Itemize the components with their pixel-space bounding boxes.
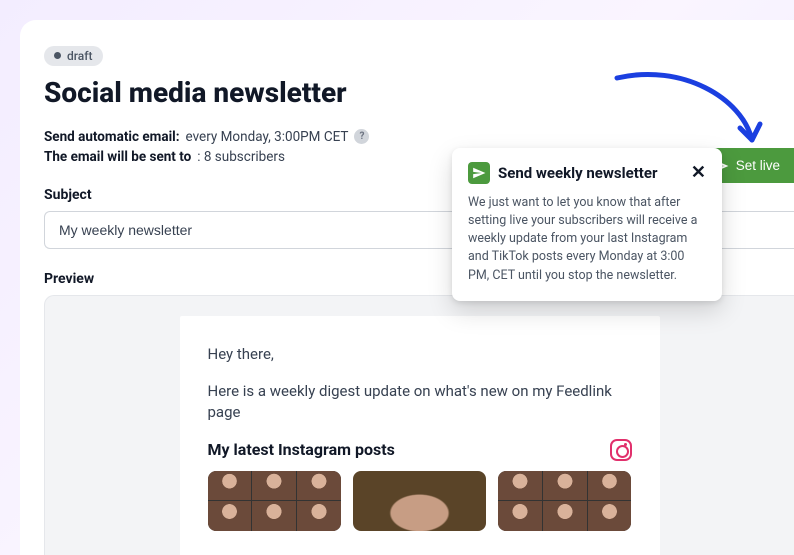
- preview-panel: Hey there, Here is a weekly digest updat…: [44, 295, 794, 555]
- popover-icon-box: [468, 162, 490, 184]
- popover-header: Send weekly newsletter ✕: [468, 162, 706, 184]
- status-badge-label: draft: [67, 49, 93, 63]
- email-preview-body: Hey there, Here is a weekly digest updat…: [180, 316, 660, 555]
- email-intro: Here is a weekly digest update on what's…: [208, 381, 632, 423]
- paper-plane-icon: [472, 166, 486, 180]
- popover-body: We just want to let you know that after …: [468, 194, 706, 285]
- set-live-popover: Send weekly newsletter ✕ We just want to…: [452, 148, 722, 301]
- status-badge: draft: [44, 46, 103, 66]
- recipients-label: The email will be sent to: [44, 149, 191, 165]
- close-icon[interactable]: ✕: [691, 164, 706, 182]
- schedule-label: Send automatic email:: [44, 129, 180, 145]
- schedule-value: every Monday, 3:00PM CET: [186, 129, 349, 145]
- post-thumbnail[interactable]: [208, 471, 341, 531]
- page-title: Social media newsletter: [44, 76, 794, 109]
- status-dot-icon: [54, 52, 61, 59]
- post-thumbnail[interactable]: [498, 471, 631, 531]
- email-greeting: Hey there,: [208, 344, 632, 365]
- post-thumbnail[interactable]: [353, 471, 486, 531]
- set-live-label: Set live: [736, 158, 780, 173]
- recipients-value: : 8 subscribers: [197, 149, 285, 165]
- posts-heading: My latest Instagram posts: [208, 440, 395, 459]
- instagram-icon: [610, 439, 632, 461]
- posts-header: My latest Instagram posts: [208, 439, 632, 461]
- popover-title: Send weekly newsletter: [498, 164, 683, 182]
- newsletter-editor-card: draft Social media newsletter Send autom…: [20, 20, 794, 555]
- post-thumbnails: [208, 471, 632, 531]
- help-icon[interactable]: ?: [354, 129, 369, 144]
- schedule-line: Send automatic email: every Monday, 3:00…: [44, 129, 794, 145]
